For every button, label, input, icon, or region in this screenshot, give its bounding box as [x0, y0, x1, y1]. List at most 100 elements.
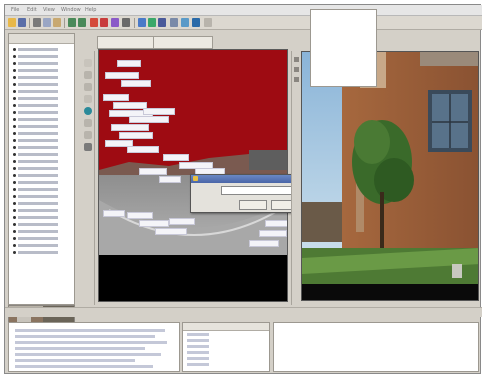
globe-tool-icon[interactable] [84, 107, 92, 115]
list-item[interactable] [13, 67, 71, 73]
list-item[interactable] [13, 109, 71, 115]
annotation-label[interactable] [121, 80, 151, 87]
list-item[interactable] [13, 158, 71, 164]
color-icon[interactable] [148, 18, 156, 27]
menu-view[interactable]: View [43, 7, 55, 13]
annotation-label[interactable] [159, 176, 181, 183]
image-icon [13, 236, 16, 240]
list-item[interactable] [13, 60, 71, 66]
list-item[interactable] [13, 46, 71, 52]
table-row[interactable] [187, 339, 209, 342]
list-item[interactable] [13, 207, 71, 213]
table-row[interactable] [187, 357, 209, 360]
paste-icon[interactable] [53, 18, 61, 27]
copy-icon[interactable] [43, 18, 51, 27]
table-row[interactable] [187, 333, 209, 336]
list-item[interactable] [13, 249, 71, 255]
list-item[interactable] [13, 88, 71, 94]
list-item[interactable] [13, 228, 71, 234]
list-item[interactable] [13, 200, 71, 206]
annotation-label[interactable] [105, 72, 139, 79]
settings-icon[interactable] [181, 18, 189, 27]
zoom-icon[interactable] [90, 18, 98, 27]
rect-tool-icon[interactable] [84, 95, 92, 103]
pointer-tool-icon[interactable] [84, 59, 92, 67]
list-item[interactable] [13, 144, 71, 150]
dialog-name-input[interactable] [221, 186, 299, 195]
list-item[interactable] [13, 137, 71, 143]
tag-icon[interactable] [122, 18, 130, 27]
tab-editor-1[interactable] [97, 36, 157, 49]
save-icon[interactable] [18, 18, 26, 27]
list-item[interactable] [13, 186, 71, 192]
eye-icon[interactable] [158, 18, 166, 27]
menu-edit[interactable]: Edit [27, 7, 37, 13]
link-icon[interactable] [170, 18, 178, 27]
list-item[interactable] [13, 235, 71, 241]
help-icon[interactable] [192, 18, 200, 27]
tab-editor-2[interactable] [153, 36, 213, 49]
list-item[interactable] [13, 242, 71, 248]
annotation-label[interactable] [111, 124, 149, 131]
arrow-icon[interactable] [204, 18, 212, 27]
table-row[interactable] [187, 363, 209, 366]
annotation-label[interactable] [139, 168, 167, 175]
annotation-label[interactable] [117, 60, 141, 67]
list-item[interactable] [13, 95, 71, 101]
annotation-label[interactable] [169, 218, 195, 225]
list-item[interactable] [13, 81, 71, 87]
annotation-label[interactable] [163, 154, 189, 161]
list-item[interactable] [13, 193, 71, 199]
annotation-label[interactable] [139, 220, 169, 227]
annotation-label[interactable] [129, 116, 169, 123]
annotation-label[interactable] [103, 210, 125, 217]
view-tool-icon[interactable] [294, 57, 299, 62]
cut-icon[interactable] [33, 18, 41, 27]
list-item[interactable] [13, 102, 71, 108]
folder-open-icon[interactable] [8, 18, 16, 27]
menu-file[interactable]: File [11, 7, 19, 13]
label-tool-icon[interactable] [84, 131, 92, 139]
list-item[interactable] [13, 165, 71, 171]
annotation-label[interactable] [249, 240, 279, 247]
list-item[interactable] [13, 172, 71, 178]
redo-icon[interactable] [78, 18, 86, 27]
view-tool-icon[interactable] [294, 67, 299, 72]
source-photo[interactable] [301, 51, 479, 301]
annotation-label[interactable] [113, 102, 147, 109]
annotation-label[interactable] [155, 228, 187, 235]
log-line [15, 329, 165, 332]
annotation-label[interactable] [127, 212, 153, 219]
list-item[interactable] [13, 214, 71, 220]
table-row[interactable] [187, 351, 209, 354]
list-item[interactable] [13, 123, 71, 129]
annotation-label[interactable] [259, 230, 287, 237]
grid-icon[interactable] [138, 18, 146, 27]
brush-icon[interactable] [111, 18, 119, 27]
menu-window[interactable]: Window [61, 7, 81, 13]
list-item[interactable] [13, 130, 71, 136]
annotation-label[interactable] [119, 132, 153, 139]
list-item[interactable] [13, 116, 71, 122]
list-item[interactable] [13, 221, 71, 227]
list-item[interactable] [13, 74, 71, 80]
menu-help[interactable]: Help [85, 7, 96, 13]
list-item[interactable] [13, 53, 71, 59]
annotation-label[interactable] [127, 146, 159, 153]
image-icon [13, 201, 16, 205]
annotation-label[interactable] [265, 220, 287, 227]
undo-icon[interactable] [68, 18, 76, 27]
ok-button[interactable] [239, 200, 267, 210]
list-item[interactable] [13, 151, 71, 157]
polygon-tool-icon[interactable] [84, 119, 92, 127]
pan-tool-icon[interactable] [84, 71, 92, 79]
eraser-tool-icon[interactable] [84, 143, 92, 151]
lasso-tool-icon[interactable] [84, 83, 92, 91]
annotation-label[interactable] [143, 108, 175, 115]
list-item[interactable] [13, 179, 71, 185]
select-icon[interactable] [100, 18, 108, 27]
annotation-label[interactable] [103, 94, 129, 101]
list-item-label [18, 201, 58, 205]
view-tool-icon[interactable] [294, 77, 299, 82]
table-row[interactable] [187, 345, 209, 348]
